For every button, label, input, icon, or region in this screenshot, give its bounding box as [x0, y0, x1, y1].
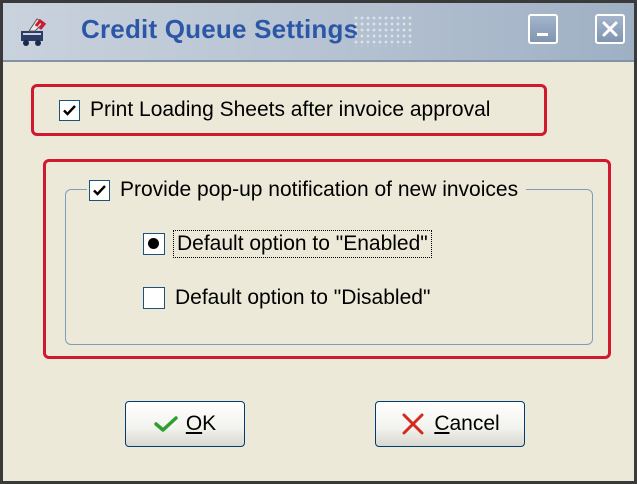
- close-button[interactable]: [595, 14, 625, 44]
- default-enabled-radio[interactable]: [143, 233, 165, 255]
- popup-notification-checkbox[interactable]: [89, 179, 110, 201]
- checkmark-icon: [154, 416, 178, 432]
- popup-notification-label: Provide pop-up notification of new invoi…: [120, 178, 519, 201]
- popup-notification-option[interactable]: Provide pop-up notification of new invoi…: [87, 175, 527, 205]
- x-icon: [402, 413, 424, 435]
- checkmark-icon: [63, 104, 76, 116]
- checkmark-icon: [93, 184, 106, 196]
- cancel-button[interactable]: Cancel: [375, 401, 525, 447]
- credit-queue-settings-dialog: Credit Queue Settings Print Loading Shee…: [0, 0, 637, 484]
- print-loading-sheets-label: Print Loading Sheets after invoice appro…: [90, 98, 491, 121]
- print-loading-sheets-option[interactable]: Print Loading Sheets after invoice appro…: [59, 98, 490, 122]
- popup-notification-groupbox: [65, 189, 593, 345]
- default-disabled-label: Default option to "Disabled": [175, 286, 431, 309]
- default-disabled-radio[interactable]: [143, 287, 165, 309]
- default-enabled-label: Default option to "Enabled": [173, 230, 432, 258]
- close-icon: [602, 21, 618, 37]
- title-bar[interactable]: Credit Queue Settings: [3, 3, 634, 62]
- ok-button[interactable]: OK: [125, 401, 245, 447]
- minimize-button[interactable]: [528, 14, 558, 44]
- default-disabled-option[interactable]: Default option to "Disabled": [143, 286, 430, 310]
- cancel-button-label: Cancel: [434, 412, 500, 435]
- print-loading-sheets-checkbox[interactable]: [59, 99, 80, 121]
- ok-button-label: OK: [185, 412, 217, 435]
- default-enabled-option[interactable]: Default option to "Enabled": [143, 230, 432, 258]
- credit-queue-app-icon: [19, 17, 55, 47]
- window-title: Credit Queue Settings: [81, 14, 359, 44]
- radio-selected-dot: [148, 238, 159, 249]
- title-decoration: [353, 15, 413, 47]
